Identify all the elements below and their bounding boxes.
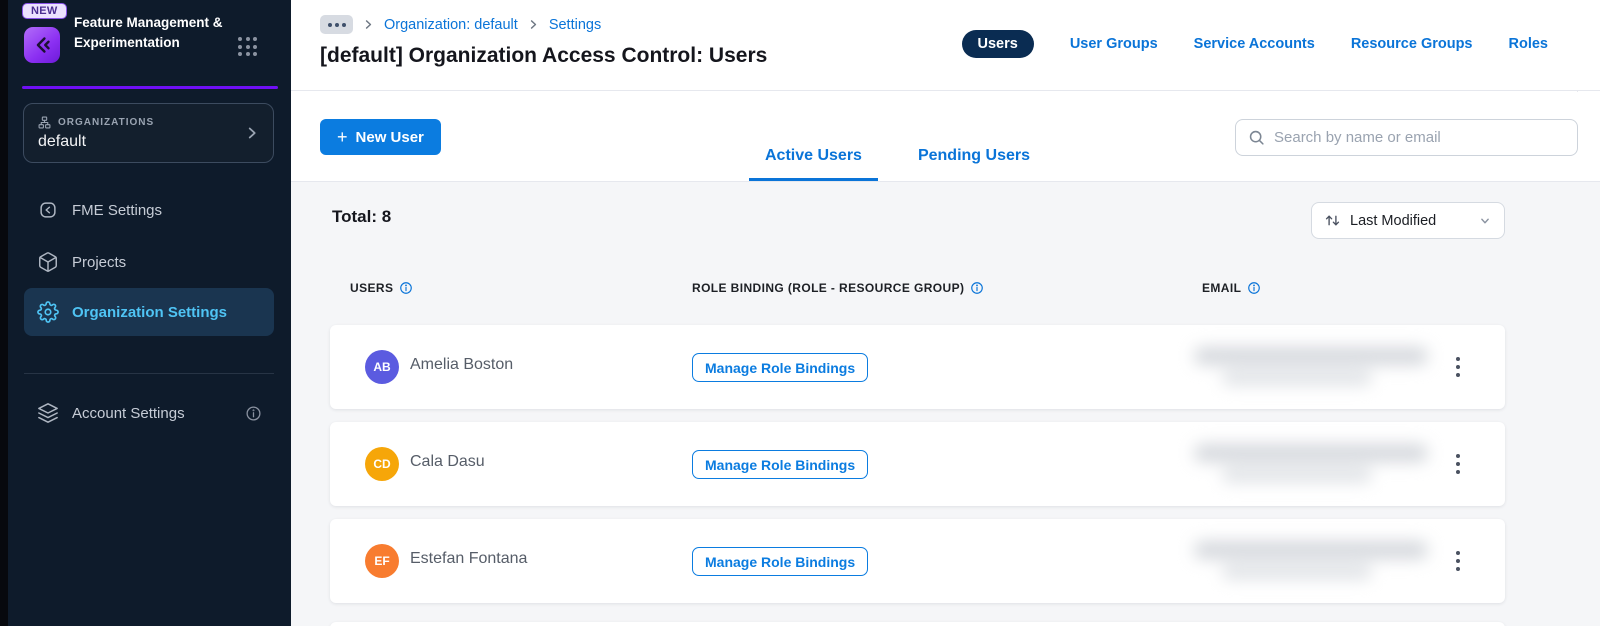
sidebar-accent-divider (22, 86, 278, 89)
org-selector-value: default (38, 133, 87, 150)
manage-role-bindings-button[interactable]: Manage Role Bindings (692, 450, 869, 479)
redacted-email (1188, 434, 1438, 494)
access-control-nav: Users User Groups Service Accounts Resou… (961, 30, 1549, 58)
page-title: [default] Organization Access Control: U… (320, 44, 768, 67)
cube-icon (37, 251, 59, 273)
new-user-button-label: New User (355, 128, 424, 146)
breadcrumb: Organization: default Settings (320, 15, 601, 34)
row-menu-kebab-icon[interactable] (1448, 351, 1468, 383)
plus-icon: + (337, 127, 348, 147)
sort-dropdown[interactable]: Last Modified (1311, 202, 1505, 239)
sidebar-item-organization-settings[interactable]: Organization Settings (24, 288, 274, 336)
org-selector-label: ORGANIZATIONS (58, 117, 155, 128)
sidebar-item-label: Organization Settings (72, 303, 228, 321)
users-list-section: Total: 8 Last Modified USERS ROLE BINDIN… (291, 182, 1600, 626)
row-menu-kebab-icon[interactable] (1448, 545, 1468, 577)
sidebar: NEW Feature Management & Experimentation… (8, 0, 291, 626)
column-header-users: USERS (350, 281, 413, 295)
avatar: AB (365, 350, 399, 384)
new-badge: NEW (22, 3, 67, 19)
total-count: Total: 8 (332, 207, 392, 226)
info-icon[interactable] (1247, 281, 1261, 295)
nav-tab-users[interactable]: Users (961, 30, 1034, 58)
redacted-email (1188, 337, 1438, 397)
fme-product-logo-icon[interactable] (24, 27, 60, 63)
sidebar-item-projects[interactable]: Projects (24, 241, 274, 283)
nav-tab-user-groups[interactable]: User Groups (1070, 36, 1158, 52)
breadcrumb-link-settings[interactable]: Settings (549, 17, 601, 33)
left-edge-rail (0, 0, 8, 626)
column-header-email: EMAIL (1202, 281, 1261, 295)
user-name: Amelia Boston (410, 356, 514, 373)
redacted-email (1188, 531, 1438, 591)
avatar: EF (365, 544, 399, 578)
toolbar: + New User Active Users Pending Users (291, 92, 1600, 182)
search-icon (1248, 129, 1265, 146)
user-name: Cala Dasu (410, 453, 485, 470)
layers-icon (37, 402, 59, 424)
gear-icon (37, 301, 59, 323)
table-row: AB Amelia Boston Manage Role Bindings (330, 325, 1505, 409)
table-row-partial (330, 622, 1505, 626)
app-switcher-icon[interactable] (238, 37, 257, 56)
info-icon[interactable] (970, 281, 984, 295)
info-icon[interactable] (245, 405, 262, 422)
info-icon[interactable] (399, 281, 413, 295)
sidebar-item-label: FME Settings (72, 201, 163, 219)
chevron-down-icon (1478, 214, 1492, 228)
organization-selector[interactable]: ORGANIZATIONS default (23, 103, 274, 163)
chevron-right-icon (527, 18, 540, 31)
nav-tab-resource-groups[interactable]: Resource Groups (1351, 36, 1473, 52)
breadcrumb-link-organization[interactable]: Organization: default (384, 17, 518, 33)
search-input[interactable] (1274, 129, 1565, 146)
org-hierarchy-icon (38, 116, 51, 129)
chevron-right-icon (362, 18, 375, 31)
manage-role-bindings-button[interactable]: Manage Role Bindings (692, 353, 869, 382)
column-header-role-binding: ROLE BINDING (ROLE - RESOURCE GROUP) (692, 281, 984, 295)
sidebar-item-fme-settings[interactable]: FME Settings (24, 189, 274, 231)
sidebar-item-account-settings[interactable]: Account Settings (24, 392, 274, 434)
new-user-button[interactable]: + New User (320, 119, 441, 155)
nav-tab-service-accounts[interactable]: Service Accounts (1194, 36, 1315, 52)
product-title: Feature Management & Experimentation (74, 15, 223, 50)
main-panel: Organization: default Settings [default]… (291, 0, 1600, 626)
table-row: CD Cala Dasu Manage Role Bindings (330, 422, 1505, 506)
sidebar-item-label: Account Settings (72, 404, 185, 422)
sort-arrows-icon (1324, 212, 1341, 229)
nav-tab-roles[interactable]: Roles (1509, 36, 1549, 52)
avatar: CD (365, 447, 399, 481)
table-row: EF Estefan Fontana Manage Role Bindings (330, 519, 1505, 603)
page-header: Organization: default Settings [default]… (291, 0, 1600, 91)
fme-settings-icon (37, 199, 59, 221)
user-name: Estefan Fontana (410, 550, 528, 567)
tab-pending-users[interactable]: Pending Users (902, 147, 1046, 181)
tab-active-users[interactable]: Active Users (749, 147, 878, 181)
chevron-right-icon (243, 124, 261, 142)
manage-role-bindings-button[interactable]: Manage Role Bindings (692, 547, 869, 576)
breadcrumb-ellipsis-button[interactable] (320, 15, 353, 34)
sort-dropdown-value: Last Modified (1350, 212, 1437, 229)
sidebar-divider (24, 373, 274, 374)
search-box (1235, 119, 1578, 156)
user-state-tabs: Active Users Pending Users (749, 147, 1046, 181)
row-menu-kebab-icon[interactable] (1448, 448, 1468, 480)
sidebar-item-label: Projects (72, 253, 127, 271)
